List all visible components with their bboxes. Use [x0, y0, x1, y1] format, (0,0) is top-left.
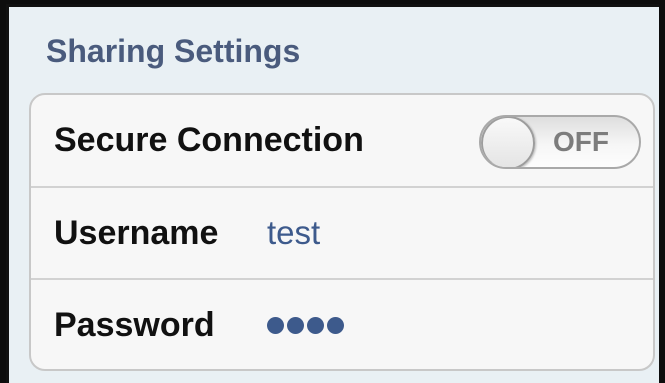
password-row[interactable]: Password: [31, 280, 653, 369]
username-field[interactable]: test: [267, 214, 320, 252]
password-mask-dot: [267, 317, 284, 334]
password-field[interactable]: [267, 317, 344, 334]
toggle-state-label: OFF: [553, 126, 609, 157]
toggle-knob[interactable]: [481, 117, 535, 167]
section-title: Sharing Settings: [46, 33, 301, 69]
secure-connection-label: Secure Connection: [54, 121, 364, 159]
password-mask-dot: [287, 317, 304, 334]
password-label: Password: [54, 306, 215, 344]
secure-connection-row: Secure Connection OFF: [31, 95, 653, 188]
password-mask-dot: [327, 317, 344, 334]
sharing-settings-panel: Sharing Settings Secure Connection OFF U…: [6, 4, 659, 383]
secure-connection-toggle[interactable]: OFF: [479, 115, 641, 169]
username-label: Username: [54, 213, 219, 252]
password-mask-dot: [307, 317, 324, 334]
settings-group: Secure Connection OFF Username test Pass…: [29, 93, 655, 371]
username-row[interactable]: Username test: [31, 188, 653, 280]
